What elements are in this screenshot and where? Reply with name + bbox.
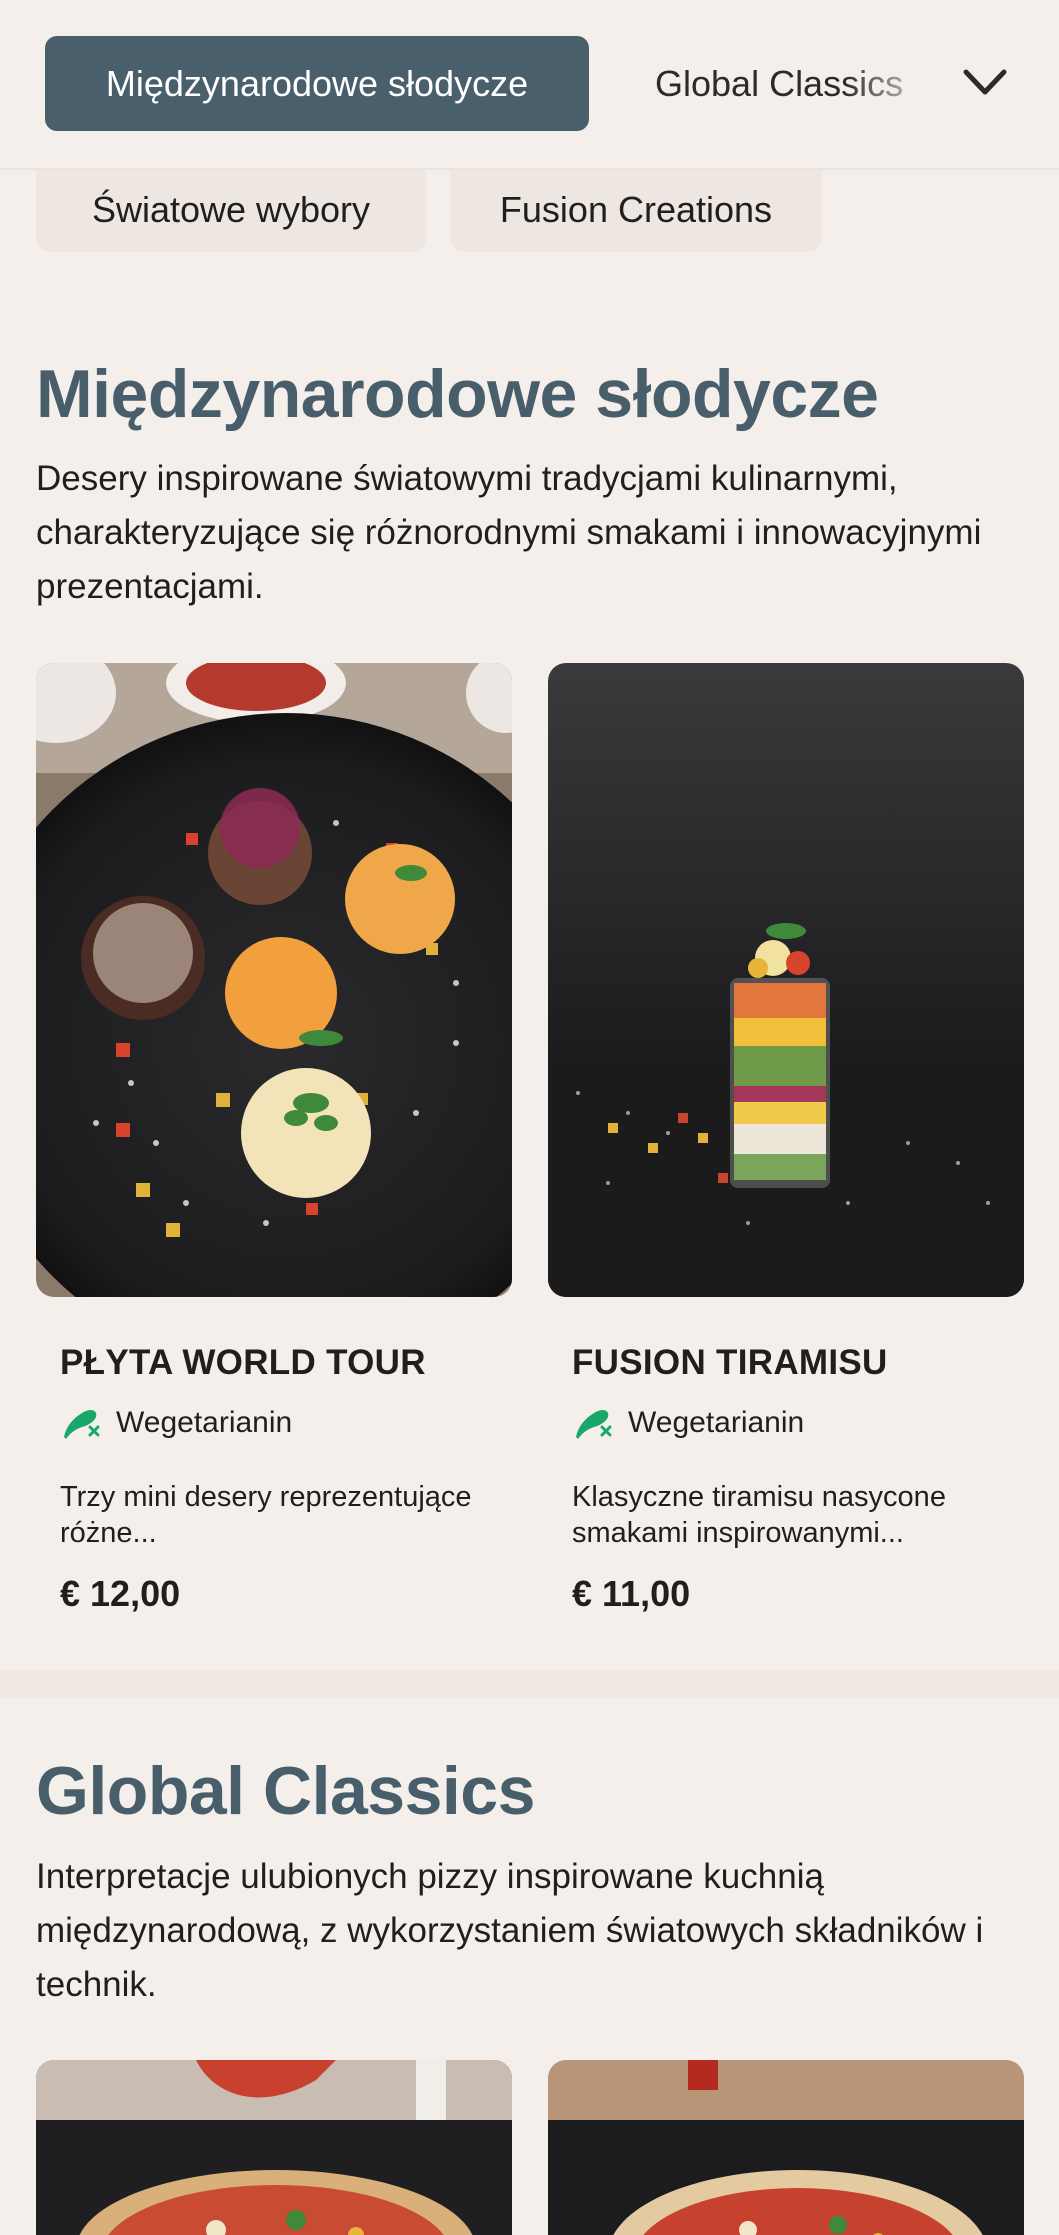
tab-global-classics[interactable]: Global Classics: [655, 36, 925, 131]
chip-world-choices[interactable]: Światowe wybory: [36, 168, 426, 252]
pizza-image: [548, 2060, 1024, 2235]
chevron-down-icon[interactable]: [960, 62, 1010, 102]
chip-fusion-creations[interactable]: Fusion Creations: [450, 168, 822, 252]
diet-label: Wegetarianin: [572, 1405, 804, 1441]
item-name: PŁYTA WORLD TOUR: [60, 1343, 426, 1382]
item-name: FUSION TIRAMISU: [572, 1343, 888, 1382]
item-price: € 12,00: [60, 1573, 181, 1614]
item-price: € 11,00: [572, 1573, 691, 1614]
category-chips: Światowe wybory Fusion Creations: [0, 168, 1059, 252]
diet-label: Wegetarianin: [60, 1405, 292, 1441]
pizza-image: [36, 2060, 512, 2235]
item-description: Trzy mini desery reprezentujące różne...: [60, 1481, 472, 1549]
item-description: Klasyczne tiramisu nasycone smakami insp…: [572, 1481, 946, 1549]
category-nav: Międzynarodowe słodycze Global Classics: [0, 0, 1059, 170]
menu-item-card[interactable]: PŁYTA WORLD TOUR Wegetarianin Trzy mini …: [36, 663, 512, 1614]
section-title: Międzynarodowe słodycze: [36, 356, 879, 432]
tiramisu-glass-image: [548, 663, 1024, 1297]
dessert-plate-image: [36, 663, 512, 1297]
section-description: Interpretacje ulubionych pizzy inspirowa…: [36, 1857, 984, 2004]
vegetarian-icon: [64, 1410, 100, 1439]
tab-international-sweets[interactable]: Międzynarodowe słodycze: [45, 36, 589, 131]
menu-item-card[interactable]: FUSION TIRAMISU Wegetarianin Klasyczne t…: [548, 663, 1024, 1614]
section-divider: [0, 1670, 1059, 1698]
menu-item-card[interactable]: [36, 2060, 512, 2235]
vegetarian-icon: [576, 1410, 612, 1439]
diet-text: Wegetarianin: [628, 1406, 805, 1439]
section-description: Desery inspirowane światowymi tradycjami…: [36, 459, 982, 606]
menu-item-card[interactable]: [548, 2060, 1024, 2235]
section-title: Global Classics: [36, 1753, 535, 1829]
diet-text: Wegetarianin: [116, 1406, 293, 1439]
